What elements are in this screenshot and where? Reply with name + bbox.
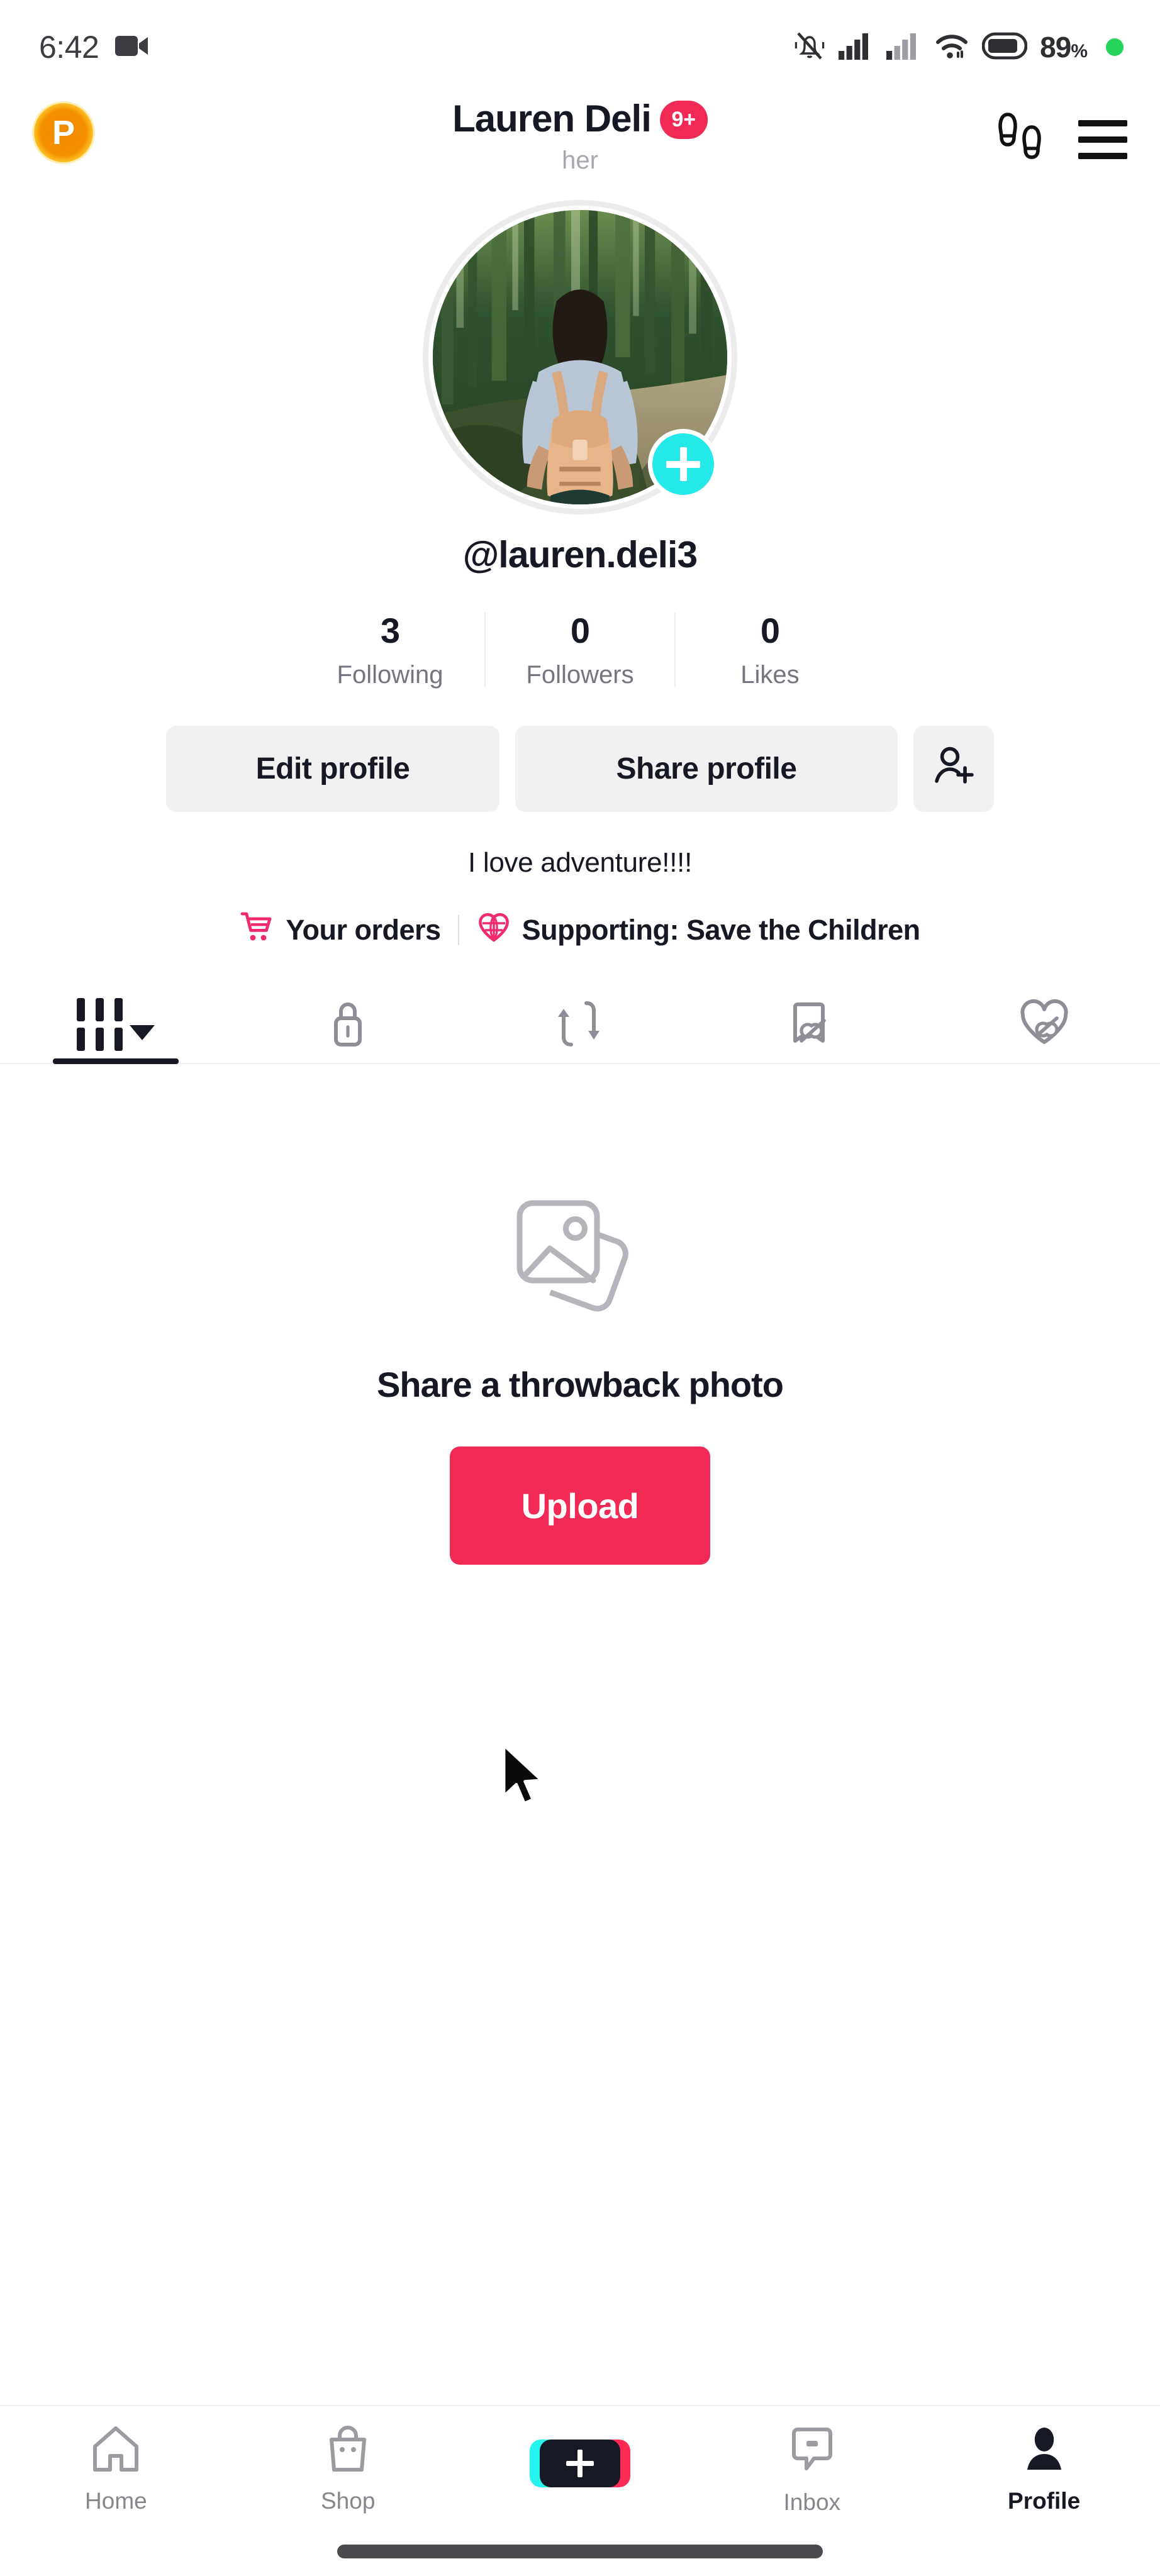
pronoun-label: her xyxy=(562,147,598,174)
stat-following[interactable]: 3 Following xyxy=(296,610,484,689)
username[interactable]: @lauren.deli3 xyxy=(0,533,1160,576)
header-title-block: Lauren Deli 9+ her xyxy=(452,97,708,175)
wifi-icon xyxy=(934,32,969,63)
stat-value: 0 xyxy=(760,611,780,650)
mouse-pointer-icon xyxy=(500,1743,549,1811)
edit-profile-button[interactable]: Edit profile xyxy=(166,726,499,812)
tab-posts[interactable] xyxy=(0,986,232,1064)
chevron-down-icon xyxy=(130,1025,155,1040)
repost-icon xyxy=(556,997,604,1053)
avatar[interactable] xyxy=(423,200,737,514)
bell-muted-icon xyxy=(793,30,826,65)
stats-row: 3 Following 0 Followers 0 Likes xyxy=(0,610,1160,689)
person-add-icon xyxy=(931,743,976,796)
shopping-cart-icon xyxy=(240,909,275,951)
home-icon xyxy=(90,2424,142,2477)
nav-item-shop[interactable]: Shop xyxy=(232,2406,464,2532)
battery-icon xyxy=(981,32,1028,63)
upload-button[interactable]: Upload xyxy=(450,1446,710,1565)
stat-label: Likes xyxy=(740,661,800,689)
bookmark-hidden-icon xyxy=(788,997,837,1053)
bottom-nav-items: Home Shop Inbox Profile xyxy=(0,2406,1160,2532)
bio-text: I love adventure!!!! xyxy=(468,847,692,878)
stat-label: Followers xyxy=(526,661,634,689)
stat-label: Following xyxy=(337,661,443,689)
tab-active-indicator xyxy=(53,1058,179,1064)
notification-badge[interactable]: 9+ xyxy=(659,100,708,139)
create-plus-icon[interactable] xyxy=(529,2440,630,2487)
stat-likes[interactable]: 0 Likes xyxy=(676,610,864,689)
profile-actions: Edit profile Share profile xyxy=(0,726,1160,812)
bottom-navigation: Home Shop Inbox Profile xyxy=(0,2405,1160,2576)
status-bar-left: 6:42 xyxy=(39,29,149,65)
tab-favorites[interactable] xyxy=(696,986,928,1063)
tab-private[interactable] xyxy=(232,986,464,1063)
nav-item-profile[interactable]: Profile xyxy=(928,2406,1160,2532)
stat-value: 0 xyxy=(570,611,590,650)
privacy-indicator-dot xyxy=(1106,38,1124,56)
footprints-icon[interactable] xyxy=(995,111,1047,168)
profile-tabs xyxy=(0,986,1160,1064)
heart-hidden-icon xyxy=(1018,997,1071,1053)
photo-stack-icon xyxy=(510,1190,650,1325)
inbox-icon xyxy=(788,2423,837,2478)
nav-item-create[interactable] xyxy=(464,2406,696,2532)
app-header: P Lauren Deli 9+ her xyxy=(0,94,1160,176)
stat-value: 3 xyxy=(380,611,400,650)
battery-percent: 89% xyxy=(1040,31,1088,64)
supporting-label: Supporting: Save the Children xyxy=(521,913,921,946)
shop-bag-icon xyxy=(323,2424,372,2477)
nav-label: Shop xyxy=(320,2487,376,2514)
status-time: 6:42 xyxy=(39,30,99,65)
status-bar: 6:42 89% xyxy=(0,0,1160,94)
supporting-link[interactable]: Supporting: Save the Children xyxy=(476,909,920,951)
person-icon xyxy=(1020,2424,1069,2477)
page-title: Lauren Deli xyxy=(452,97,652,140)
your-orders-label: Your orders xyxy=(286,913,441,946)
video-camera-icon xyxy=(115,33,149,62)
nav-label: Home xyxy=(85,2487,147,2514)
heart-globe-icon xyxy=(476,909,511,951)
rewards-coin-badge[interactable]: P xyxy=(34,103,93,162)
home-indicator xyxy=(337,2545,823,2558)
meta-divider xyxy=(457,914,459,945)
nav-item-inbox[interactable]: Inbox xyxy=(696,2406,928,2532)
nav-label: Inbox xyxy=(783,2489,841,2515)
nav-item-home[interactable]: Home xyxy=(0,2406,232,2532)
add-friends-button[interactable] xyxy=(913,726,994,812)
add-story-button[interactable] xyxy=(648,429,718,499)
status-bar-right: 89% xyxy=(793,30,1124,65)
title-row: Lauren Deli 9+ xyxy=(452,97,708,140)
header-actions xyxy=(995,111,1127,168)
grid-posts-icon xyxy=(77,998,123,1051)
share-profile-button[interactable]: Share profile xyxy=(515,726,898,812)
empty-state: Share a throwback photo Upload xyxy=(0,1064,1160,1565)
tab-reposts[interactable] xyxy=(464,986,696,1063)
empty-state-title: Share a throwback photo xyxy=(377,1365,784,1404)
tab-liked[interactable] xyxy=(928,986,1160,1063)
stat-followers[interactable]: 0 Followers xyxy=(486,610,674,689)
cellular-signal-secondary-icon xyxy=(886,32,922,63)
cellular-signal-icon xyxy=(839,32,874,63)
profile-meta-row: Your orders Supporting: Save the Childre… xyxy=(0,909,1160,951)
nav-label: Profile xyxy=(1008,2487,1081,2514)
hamburger-menu-icon[interactable] xyxy=(1078,119,1127,159)
your-orders-link[interactable]: Your orders xyxy=(240,909,441,951)
lock-private-icon xyxy=(325,997,371,1053)
